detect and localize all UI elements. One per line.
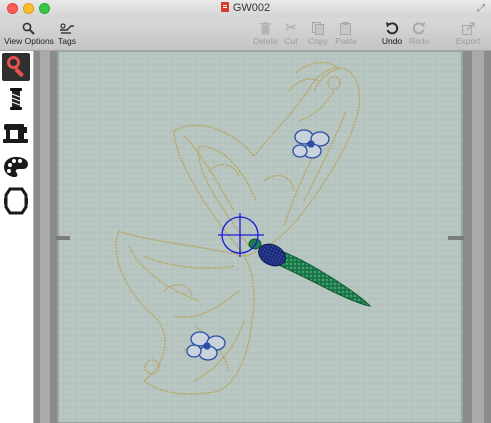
- toolbar: View Options Tags Delete ✂ Cut Copy Past…: [0, 18, 491, 51]
- cut-label: Cut: [284, 36, 298, 46]
- copy-label: Copy: [308, 36, 328, 46]
- redo-icon: [408, 19, 430, 36]
- hoop-icon: [4, 187, 28, 220]
- cut-button[interactable]: ✂ Cut: [281, 19, 301, 46]
- window-title: GW002: [232, 2, 271, 14]
- palette-magnify-tool[interactable]: [2, 53, 30, 81]
- thread-spool-icon: [5, 87, 27, 116]
- color-palette-icon: [3, 156, 29, 183]
- view-options-label: View Options: [4, 36, 54, 46]
- scissors-icon: ✂: [285, 19, 297, 35]
- palette-thread-tool[interactable]: [2, 87, 30, 115]
- delete-label: Delete: [253, 36, 278, 46]
- copy-icon: [307, 19, 329, 36]
- view-options-button[interactable]: View Options: [4, 19, 54, 46]
- redo-button[interactable]: Redo: [408, 19, 430, 46]
- hoop-left-mark: [56, 236, 70, 240]
- hoop-right-mark: [448, 236, 464, 240]
- copy-button[interactable]: Copy: [307, 19, 329, 46]
- tags-button[interactable]: Tags: [55, 19, 79, 46]
- palette-machine-tool[interactable]: [2, 121, 30, 149]
- magnify-tool-icon: [4, 53, 28, 82]
- trash-icon: [253, 19, 277, 36]
- undo-label: Undo: [381, 36, 403, 46]
- export-label: Export: [455, 36, 481, 46]
- palette-hoop-tool[interactable]: [2, 187, 30, 220]
- paste-button[interactable]: Paste: [333, 19, 359, 46]
- design-view: [34, 51, 491, 423]
- sewing-machine-icon: [3, 121, 29, 150]
- export-icon: [453, 19, 483, 36]
- hoop-right-rail-inner: [472, 51, 484, 423]
- undo-button[interactable]: Undo: [380, 19, 404, 46]
- fullscreen-icon[interactable]: ⤢: [477, 3, 485, 14]
- paste-label: Paste: [335, 36, 357, 46]
- tags-label: Tags: [58, 36, 76, 46]
- delete-button[interactable]: Delete: [253, 19, 278, 46]
- magnifier-icon: [4, 19, 52, 36]
- fabric-area: [58, 51, 462, 423]
- document-icon: [220, 2, 229, 12]
- app-window: GW002 ⤢ View Options Tags Delete ✂ Cut C…: [0, 0, 491, 423]
- export-button[interactable]: Export: [453, 19, 483, 46]
- embroidery-canvas[interactable]: [34, 51, 491, 423]
- tag-icon: [55, 19, 79, 36]
- clipboard-icon: [333, 19, 359, 36]
- hoop-left-rail-inner: [40, 51, 50, 423]
- window-title-wrap: GW002: [0, 2, 491, 14]
- palette-color-tool[interactable]: [2, 155, 30, 183]
- tool-palette: [0, 51, 34, 423]
- redo-label: Redo: [408, 36, 430, 46]
- title-bar: GW002 ⤢: [0, 0, 491, 18]
- undo-icon: [380, 19, 404, 36]
